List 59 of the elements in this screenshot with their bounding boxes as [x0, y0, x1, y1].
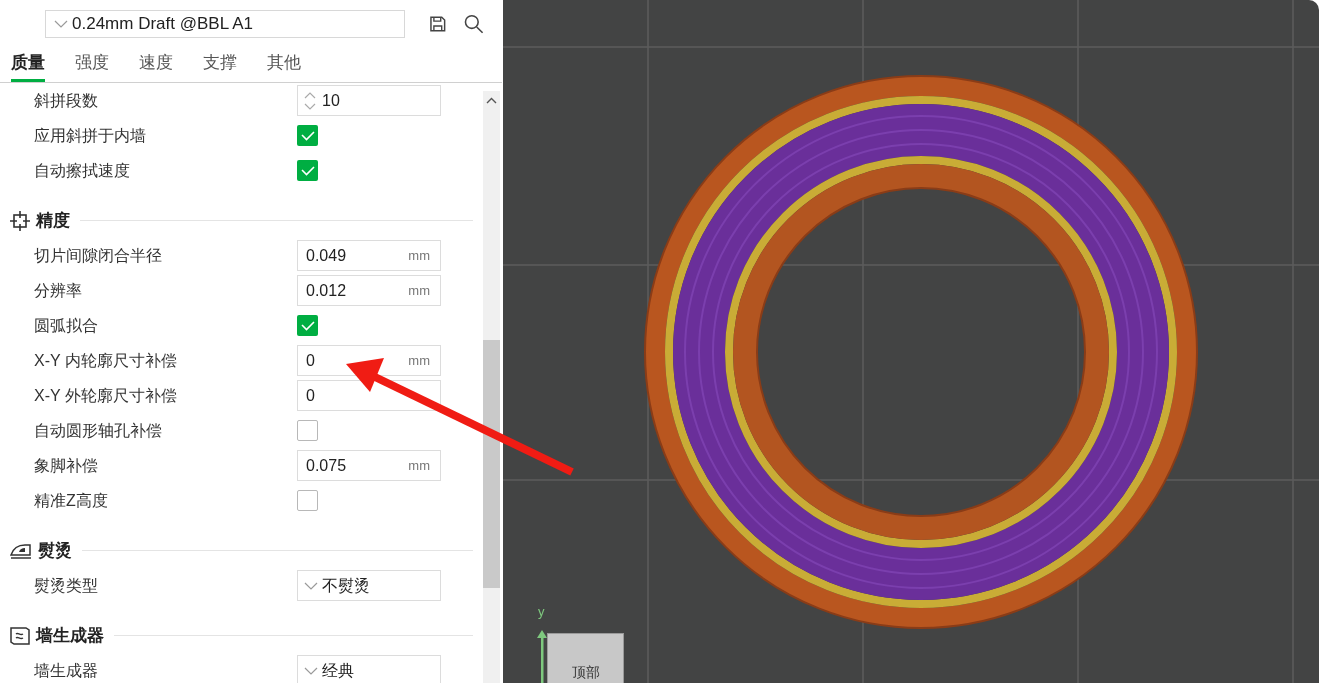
axis-label: y: [538, 603, 545, 621]
checkmark-icon: [300, 165, 315, 176]
checkmark-icon: [300, 130, 315, 141]
chevron-down-icon: [304, 666, 318, 675]
setting-label: 切片间隙闭合半径: [34, 245, 163, 266]
section-title: 熨烫: [38, 539, 72, 562]
view-cube[interactable]: 顶部: [547, 633, 624, 683]
checkbox[interactable]: [297, 160, 318, 181]
setting-label: 象脚补偿: [34, 455, 99, 476]
tab[interactable]: 质量: [11, 50, 45, 82]
setting-label: 精准Z高度: [34, 490, 109, 511]
checkbox[interactable]: [297, 315, 318, 336]
scrollbar[interactable]: [483, 91, 500, 683]
number-field[interactable]: 0.012 mm: [297, 275, 441, 306]
setting-label: 自动擦拭速度: [34, 160, 131, 181]
unit-label: mm: [408, 281, 430, 300]
spin-field[interactable]: 10: [297, 85, 441, 116]
chevron-down-icon: [54, 20, 68, 28]
setting-label: X-Y 内轮廓尺寸补偿: [34, 350, 178, 371]
precision-icon: [10, 210, 30, 231]
wall-generator-icon: [10, 626, 30, 645]
setting-label: 斜拼段数: [34, 90, 99, 111]
field-value: 0.049: [306, 245, 347, 266]
dropdown-field[interactable]: 不熨烫: [297, 570, 441, 601]
setting-label: 熨烫类型: [34, 575, 99, 596]
section-title: 墙生成器: [36, 624, 104, 647]
chevron-down-icon: [304, 581, 318, 590]
tab[interactable]: 支撑: [203, 50, 237, 82]
preset-dropdown[interactable]: 0.24mm Draft @BBL A1: [45, 10, 405, 38]
iron-icon: [10, 542, 32, 559]
save-icon[interactable]: [428, 15, 447, 33]
number-field[interactable]: 0 mm: [297, 345, 441, 376]
setting-label: 自动圆形轴孔补偿: [34, 420, 163, 441]
number-field[interactable]: 0.075 mm: [297, 450, 441, 481]
setting-label: X-Y 外轮廓尺寸补偿: [34, 385, 178, 406]
tab[interactable]: 其他: [267, 50, 301, 82]
field-value: 0: [306, 385, 315, 406]
unit-label: mm: [408, 456, 430, 475]
unit-label: mm: [408, 351, 430, 370]
setting-label: 应用斜拼于内墙: [34, 125, 147, 146]
unit-label: mm: [408, 246, 430, 265]
field-value: 0: [306, 350, 315, 371]
search-icon[interactable]: [464, 14, 484, 34]
checkmark-icon: [300, 320, 315, 331]
dropdown-field[interactable]: 经典: [297, 655, 441, 683]
number-field[interactable]: 0.049 mm: [297, 240, 441, 271]
setting-label: 墙生成器: [34, 660, 99, 681]
setting-label: 分辨率: [34, 280, 83, 301]
checkbox[interactable]: [297, 125, 318, 146]
field-value: 0.012: [306, 280, 347, 301]
y-axis-arrow-icon: [537, 628, 547, 683]
chevron-up-icon[interactable]: [486, 97, 497, 104]
checkbox[interactable]: [297, 420, 318, 441]
tab[interactable]: 速度: [139, 50, 173, 82]
field-value: 0.075: [306, 455, 347, 476]
checkbox[interactable]: [297, 490, 318, 511]
tab[interactable]: 强度: [75, 50, 109, 82]
setting-label: 圆弧拟合: [34, 315, 99, 336]
section-title: 精度: [36, 209, 70, 232]
